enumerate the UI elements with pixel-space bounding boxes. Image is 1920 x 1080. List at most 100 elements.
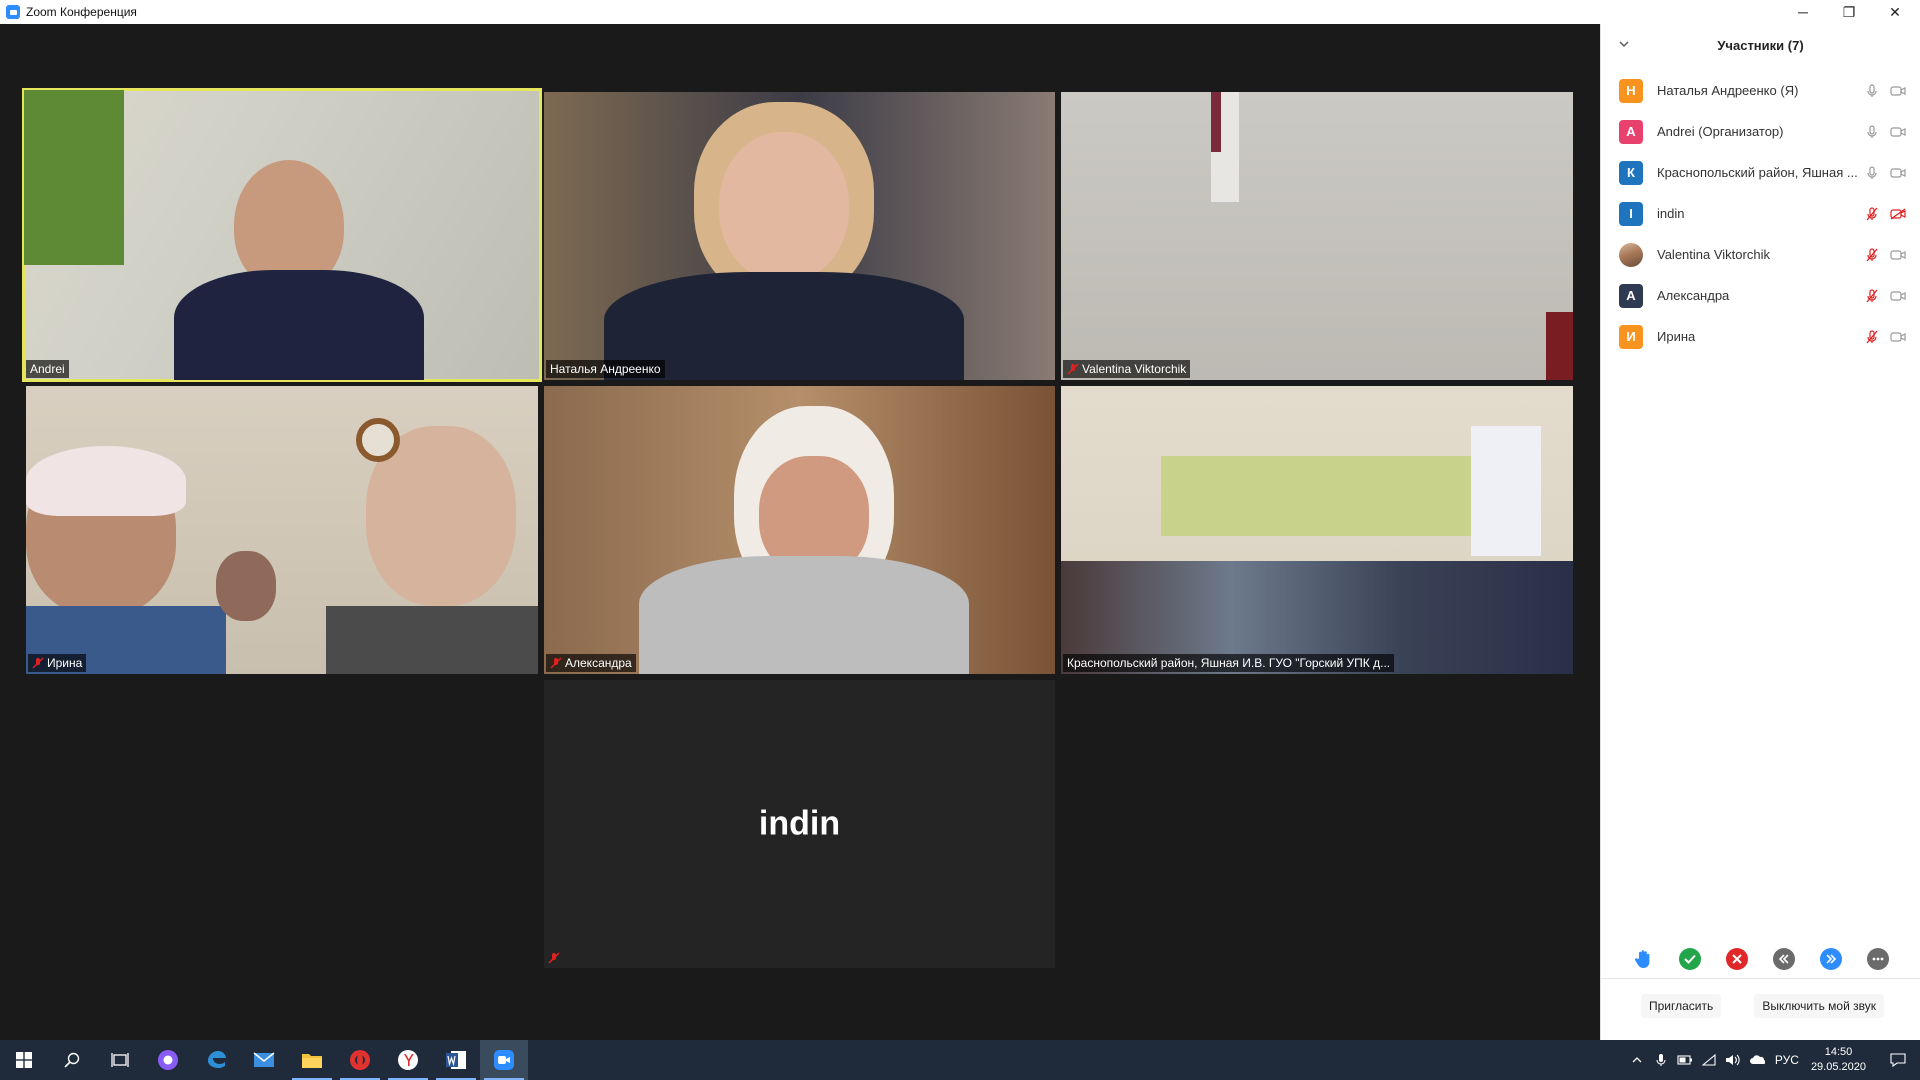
video-camera-icon[interactable] xyxy=(1890,331,1906,343)
onedrive-icon[interactable] xyxy=(1745,1055,1769,1065)
avatar: A xyxy=(1619,119,1643,144)
edge-icon[interactable] xyxy=(192,1040,240,1080)
avatar xyxy=(1619,242,1643,267)
video-tile-indin[interactable]: indin xyxy=(544,680,1055,968)
video-feed xyxy=(639,556,969,674)
video-gallery: Andrei Наталья Андреенко Valentina Vikto… xyxy=(0,24,1600,1040)
mic-icon[interactable] xyxy=(1866,124,1878,139)
video-tile-andrei[interactable]: Andrei xyxy=(22,88,542,382)
go-faster-icon[interactable] xyxy=(1820,947,1843,970)
participant-row[interactable]: A Andrei (Организатор) xyxy=(1601,111,1920,152)
video-feed xyxy=(1211,92,1221,152)
participant-name: Краснопольский район, Яшная ... xyxy=(1657,165,1858,180)
notifications-icon[interactable] xyxy=(1876,1053,1920,1067)
video-off-icon[interactable] xyxy=(1890,207,1906,220)
search-icon[interactable] xyxy=(48,1040,96,1080)
avatar: К xyxy=(1619,160,1643,185)
clock[interactable]: 14:50 29.05.2020 xyxy=(1811,1045,1866,1075)
video-feed xyxy=(719,132,849,282)
mic-icon[interactable] xyxy=(1866,165,1878,180)
clock-time: 14:50 xyxy=(1824,1046,1853,1058)
video-feed xyxy=(1471,426,1541,556)
volume-icon[interactable] xyxy=(1721,1054,1745,1066)
windows-start-icon[interactable] xyxy=(0,1040,48,1080)
participants-actions: Пригласить Выключить мой звук xyxy=(1601,994,1920,1018)
microphone-icon[interactable] xyxy=(1649,1053,1673,1067)
participant-row[interactable]: А Александра xyxy=(1601,275,1920,316)
chevron-down-icon[interactable] xyxy=(1619,39,1629,49)
go-slower-icon[interactable] xyxy=(1773,947,1796,970)
video-feed xyxy=(174,270,424,380)
participant-name: Ирина xyxy=(1657,329,1696,344)
alice-icon[interactable] xyxy=(144,1040,192,1080)
minimize-button[interactable]: ─ xyxy=(1780,0,1826,24)
task-view-icon[interactable] xyxy=(96,1040,144,1080)
participant-row[interactable]: Valentina Viktorchik xyxy=(1601,234,1920,275)
battery-icon[interactable] xyxy=(1673,1055,1697,1065)
video-tile-natalya[interactable]: Наталья Андреенко xyxy=(544,92,1055,380)
mic-muted-icon xyxy=(1067,363,1079,375)
more-icon[interactable] xyxy=(1867,947,1890,970)
invite-button[interactable]: Пригласить xyxy=(1641,994,1722,1018)
yandex-browser-icon[interactable] xyxy=(384,1040,432,1080)
participant-list: Н Наталья Андреенко (Я) A Andrei (Органи… xyxy=(1601,70,1920,357)
mic-muted-icon[interactable] xyxy=(1866,206,1878,221)
video-camera-icon[interactable] xyxy=(1890,126,1906,138)
participant-name-tag: Краснопольский район, Яшная И.В. ГУО "Го… xyxy=(1063,654,1395,672)
video-tile-krasnopolsky[interactable]: Краснопольский район, Яшная И.В. ГУО "Го… xyxy=(1061,386,1573,674)
zoom-icon[interactable] xyxy=(480,1040,528,1080)
video-feed xyxy=(216,551,276,621)
wifi-icon[interactable] xyxy=(1697,1054,1721,1066)
video-feed xyxy=(356,418,400,462)
video-feed xyxy=(1546,312,1573,380)
participant-name-tag: Valentina Viktorchik xyxy=(1063,360,1191,378)
participant-name: Наталья Андреенко (Я) xyxy=(1657,83,1799,98)
participant-display-name: indin xyxy=(758,804,841,843)
chevron-up-icon[interactable] xyxy=(1625,1057,1649,1063)
participant-row[interactable]: I indin xyxy=(1601,193,1920,234)
video-tile-valentina[interactable]: Valentina Viktorchik xyxy=(1061,92,1573,380)
clock-date: 29.05.2020 xyxy=(1810,1061,1866,1073)
mic-muted-icon xyxy=(550,657,562,669)
video-camera-icon[interactable] xyxy=(1890,85,1906,97)
windows-taskbar: РУС 14:50 29.05.2020 xyxy=(0,1040,1920,1080)
video-feed xyxy=(26,446,186,516)
video-camera-icon[interactable] xyxy=(1890,290,1906,302)
participant-name-tag: Ирина xyxy=(28,654,87,672)
video-feed xyxy=(1161,456,1501,536)
mic-muted-icon[interactable] xyxy=(1866,247,1878,262)
participant-name: indin xyxy=(1657,206,1685,221)
system-tray: РУС 14:50 29.05.2020 xyxy=(1625,1040,1920,1080)
close-button[interactable]: ✕ xyxy=(1872,0,1918,24)
video-tile-aleksandra[interactable]: Александра xyxy=(544,386,1055,674)
participant-name-tag: Наталья Андреенко xyxy=(546,360,665,378)
video-camera-icon[interactable] xyxy=(1890,249,1906,261)
raise-hand-icon[interactable] xyxy=(1632,948,1654,970)
participant-row[interactable]: Н Наталья Андреенко (Я) xyxy=(1601,70,1920,111)
opera-icon[interactable] xyxy=(336,1040,384,1080)
participant-row[interactable]: К Краснопольский район, Яшная ... xyxy=(1601,152,1920,193)
no-cross-icon[interactable] xyxy=(1725,947,1748,970)
mic-muted-icon xyxy=(548,952,560,964)
mic-muted-icon[interactable] xyxy=(1866,329,1878,344)
file-explorer-icon[interactable] xyxy=(288,1040,336,1080)
video-tile-irina[interactable]: Ирина xyxy=(26,386,538,674)
zoom-app-icon xyxy=(6,5,20,19)
participant-name: Valentina Viktorchik xyxy=(1657,247,1770,262)
avatar: А xyxy=(1619,283,1643,308)
video-feed xyxy=(326,606,538,674)
yes-check-icon[interactable] xyxy=(1678,947,1701,970)
mic-muted-icon[interactable] xyxy=(1866,288,1878,303)
mute-me-button[interactable]: Выключить мой звук xyxy=(1754,994,1884,1018)
mail-icon[interactable] xyxy=(240,1040,288,1080)
video-camera-icon[interactable] xyxy=(1890,167,1906,179)
restore-button[interactable]: ❐ xyxy=(1826,0,1872,24)
language-indicator[interactable]: РУС xyxy=(1775,1053,1799,1067)
participant-row[interactable]: И Ирина xyxy=(1601,316,1920,357)
word-icon[interactable] xyxy=(432,1040,480,1080)
avatar: И xyxy=(1619,324,1643,349)
participant-name-tag: Александра xyxy=(546,654,636,672)
video-feed xyxy=(24,90,124,265)
mic-icon[interactable] xyxy=(1866,83,1878,98)
participants-header: Участники (7) xyxy=(1601,24,1920,66)
